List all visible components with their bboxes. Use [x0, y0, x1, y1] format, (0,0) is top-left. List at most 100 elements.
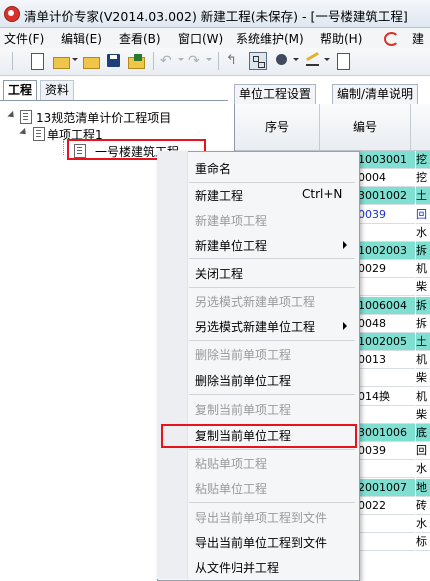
left-panel-tabs: 工程 资料: [0, 80, 228, 101]
toolbar-separator: [12, 52, 13, 70]
row-name: 拆: [416, 296, 430, 315]
menu-item-export-unit[interactable]: 导出当前单位工程到文件: [195, 534, 327, 551]
row-name: 柴: [416, 369, 430, 388]
row-name: 机: [416, 387, 430, 406]
menu-item-copy-single[interactable]: 复制当前单项工程: [195, 401, 291, 418]
chevron-down-icon[interactable]: [178, 58, 184, 61]
expand-arrow-icon[interactable]: [7, 110, 17, 121]
row-code: 0029: [358, 260, 415, 279]
row-name: 水: [416, 223, 430, 242]
edit-pencil-icon[interactable]: [304, 51, 322, 70]
menu-item-new-project-shortcut: Ctrl+N: [302, 187, 343, 201]
tab-unit-settings[interactable]: 单位工程设置: [234, 84, 317, 105]
row-name: 地: [416, 478, 430, 497]
menu-build[interactable]: 建: [412, 30, 424, 47]
menu-separator: [189, 258, 355, 259]
redo-icon[interactable]: ↷: [188, 52, 206, 70]
submenu-arrow-icon: [343, 322, 347, 330]
menu-item-paste-unit[interactable]: 粘贴单位工程: [195, 480, 267, 497]
chevron-down-icon[interactable]: [293, 58, 299, 61]
tree-view-icon[interactable]: [249, 52, 267, 70]
menu-separator: [189, 394, 355, 395]
menu-separator: [189, 287, 355, 288]
row-name: 底: [416, 424, 430, 442]
title-bar: 清单计价专家(V2014.03.002) 新建工程(未保存) - [一号楼建筑工…: [0, 0, 430, 28]
open-folder-icon[interactable]: [52, 52, 70, 70]
app-logo-icon: [4, 6, 20, 22]
return-arrow-icon[interactable]: ↰: [226, 52, 244, 70]
row-code: 1002003: [358, 242, 415, 260]
row-name: 土: [416, 187, 430, 206]
menu-item-paste-single[interactable]: 粘贴单项工程: [195, 455, 267, 472]
row-code: [358, 369, 415, 388]
row-name: 土: [416, 333, 430, 351]
copy-unit-highlight: [161, 424, 357, 448]
menu-item-new-unit-project[interactable]: 新建单位工程: [195, 237, 267, 254]
menu-file[interactable]: 文件(F): [4, 30, 44, 47]
row-name: 拆: [416, 242, 430, 260]
row-code: 0048: [358, 314, 415, 333]
menu-item-delete-unit[interactable]: 删除当前单位工程: [195, 372, 291, 389]
document-icon[interactable]: [334, 52, 352, 70]
menu-item-new-project[interactable]: 新建工程: [195, 187, 243, 204]
row-name: 柴: [416, 278, 430, 297]
row-name: 砖: [416, 496, 430, 515]
row-code: [358, 460, 415, 479]
header-seq[interactable]: 序号: [235, 104, 320, 151]
folder-icon[interactable]: [82, 52, 100, 70]
save-icon[interactable]: [105, 52, 123, 70]
toolbar: ↶ ↷ ↰: [0, 48, 430, 76]
header-code[interactable]: 编号: [320, 104, 411, 151]
menu-window[interactable]: 窗口(W): [178, 30, 223, 47]
row-code: 014换: [358, 387, 415, 406]
menu-view[interactable]: 查看(B): [119, 30, 161, 47]
row-code: 0039: [358, 442, 415, 461]
row-name: 机: [416, 351, 430, 370]
tab-list-description[interactable]: 编制/清单说明: [332, 84, 419, 105]
tree-root-project[interactable]: 13规范清单计价工程项目: [36, 109, 171, 126]
row-code: 1002005: [358, 333, 415, 351]
row-name: 柴: [416, 405, 430, 424]
row-code: 2001007: [358, 478, 415, 497]
row-name: 挖: [416, 169, 430, 188]
menu-item-alt-new-unit[interactable]: 另选模式新建单位工程: [195, 318, 315, 335]
menu-item-rename[interactable]: 重命名: [195, 160, 231, 177]
single-project-icon: [33, 127, 45, 141]
menu-item-close-project[interactable]: 关闭工程: [195, 265, 243, 282]
context-menu-icon-strip: [157, 151, 188, 579]
row-code: 0022: [358, 496, 415, 515]
row-name: 挖: [416, 151, 430, 169]
save-all-icon[interactable]: [127, 52, 145, 70]
row-code: [358, 405, 415, 424]
tab-project[interactable]: 工程: [3, 80, 38, 101]
menu-edit[interactable]: 编辑(E): [61, 30, 102, 47]
row-code: 3001006: [358, 424, 415, 442]
menu-separator: [189, 340, 355, 341]
row-name: 水: [416, 460, 430, 479]
chevron-down-icon[interactable]: [324, 58, 330, 61]
toolbar-separator: [218, 52, 219, 70]
menu-item-delete-single[interactable]: 删除当前单项工程: [195, 346, 291, 363]
header-name[interactable]: [411, 104, 430, 151]
menu-separator: [189, 449, 355, 450]
menu-logo-icon: [384, 32, 399, 46]
row-code: [358, 223, 415, 242]
new-file-icon[interactable]: [28, 52, 46, 70]
row-name: 机: [416, 260, 430, 279]
menu-system[interactable]: 系统维护(M): [236, 30, 304, 47]
chevron-down-icon[interactable]: [72, 58, 78, 61]
undo-icon[interactable]: ↶: [160, 52, 178, 70]
toolbar-separator: [153, 52, 154, 70]
menu-item-new-single-project[interactable]: 新建单项工程: [195, 212, 267, 229]
expand-arrow-icon[interactable]: [19, 127, 29, 138]
menu-item-export-single[interactable]: 导出当前单项工程到文件: [195, 509, 327, 526]
menu-help[interactable]: 帮助(H): [320, 30, 362, 47]
tab-resources[interactable]: 资料: [40, 80, 75, 101]
chevron-down-icon[interactable]: [206, 58, 212, 61]
network-icon[interactable]: [273, 52, 291, 70]
menu-item-merge-from-file[interactable]: 从文件归并工程: [195, 559, 279, 576]
menu-item-alt-new-single[interactable]: 另选模式新建单项工程: [195, 293, 315, 310]
row-name: 回: [416, 442, 430, 461]
menu-separator: [189, 502, 355, 503]
row-code: [358, 515, 415, 533]
